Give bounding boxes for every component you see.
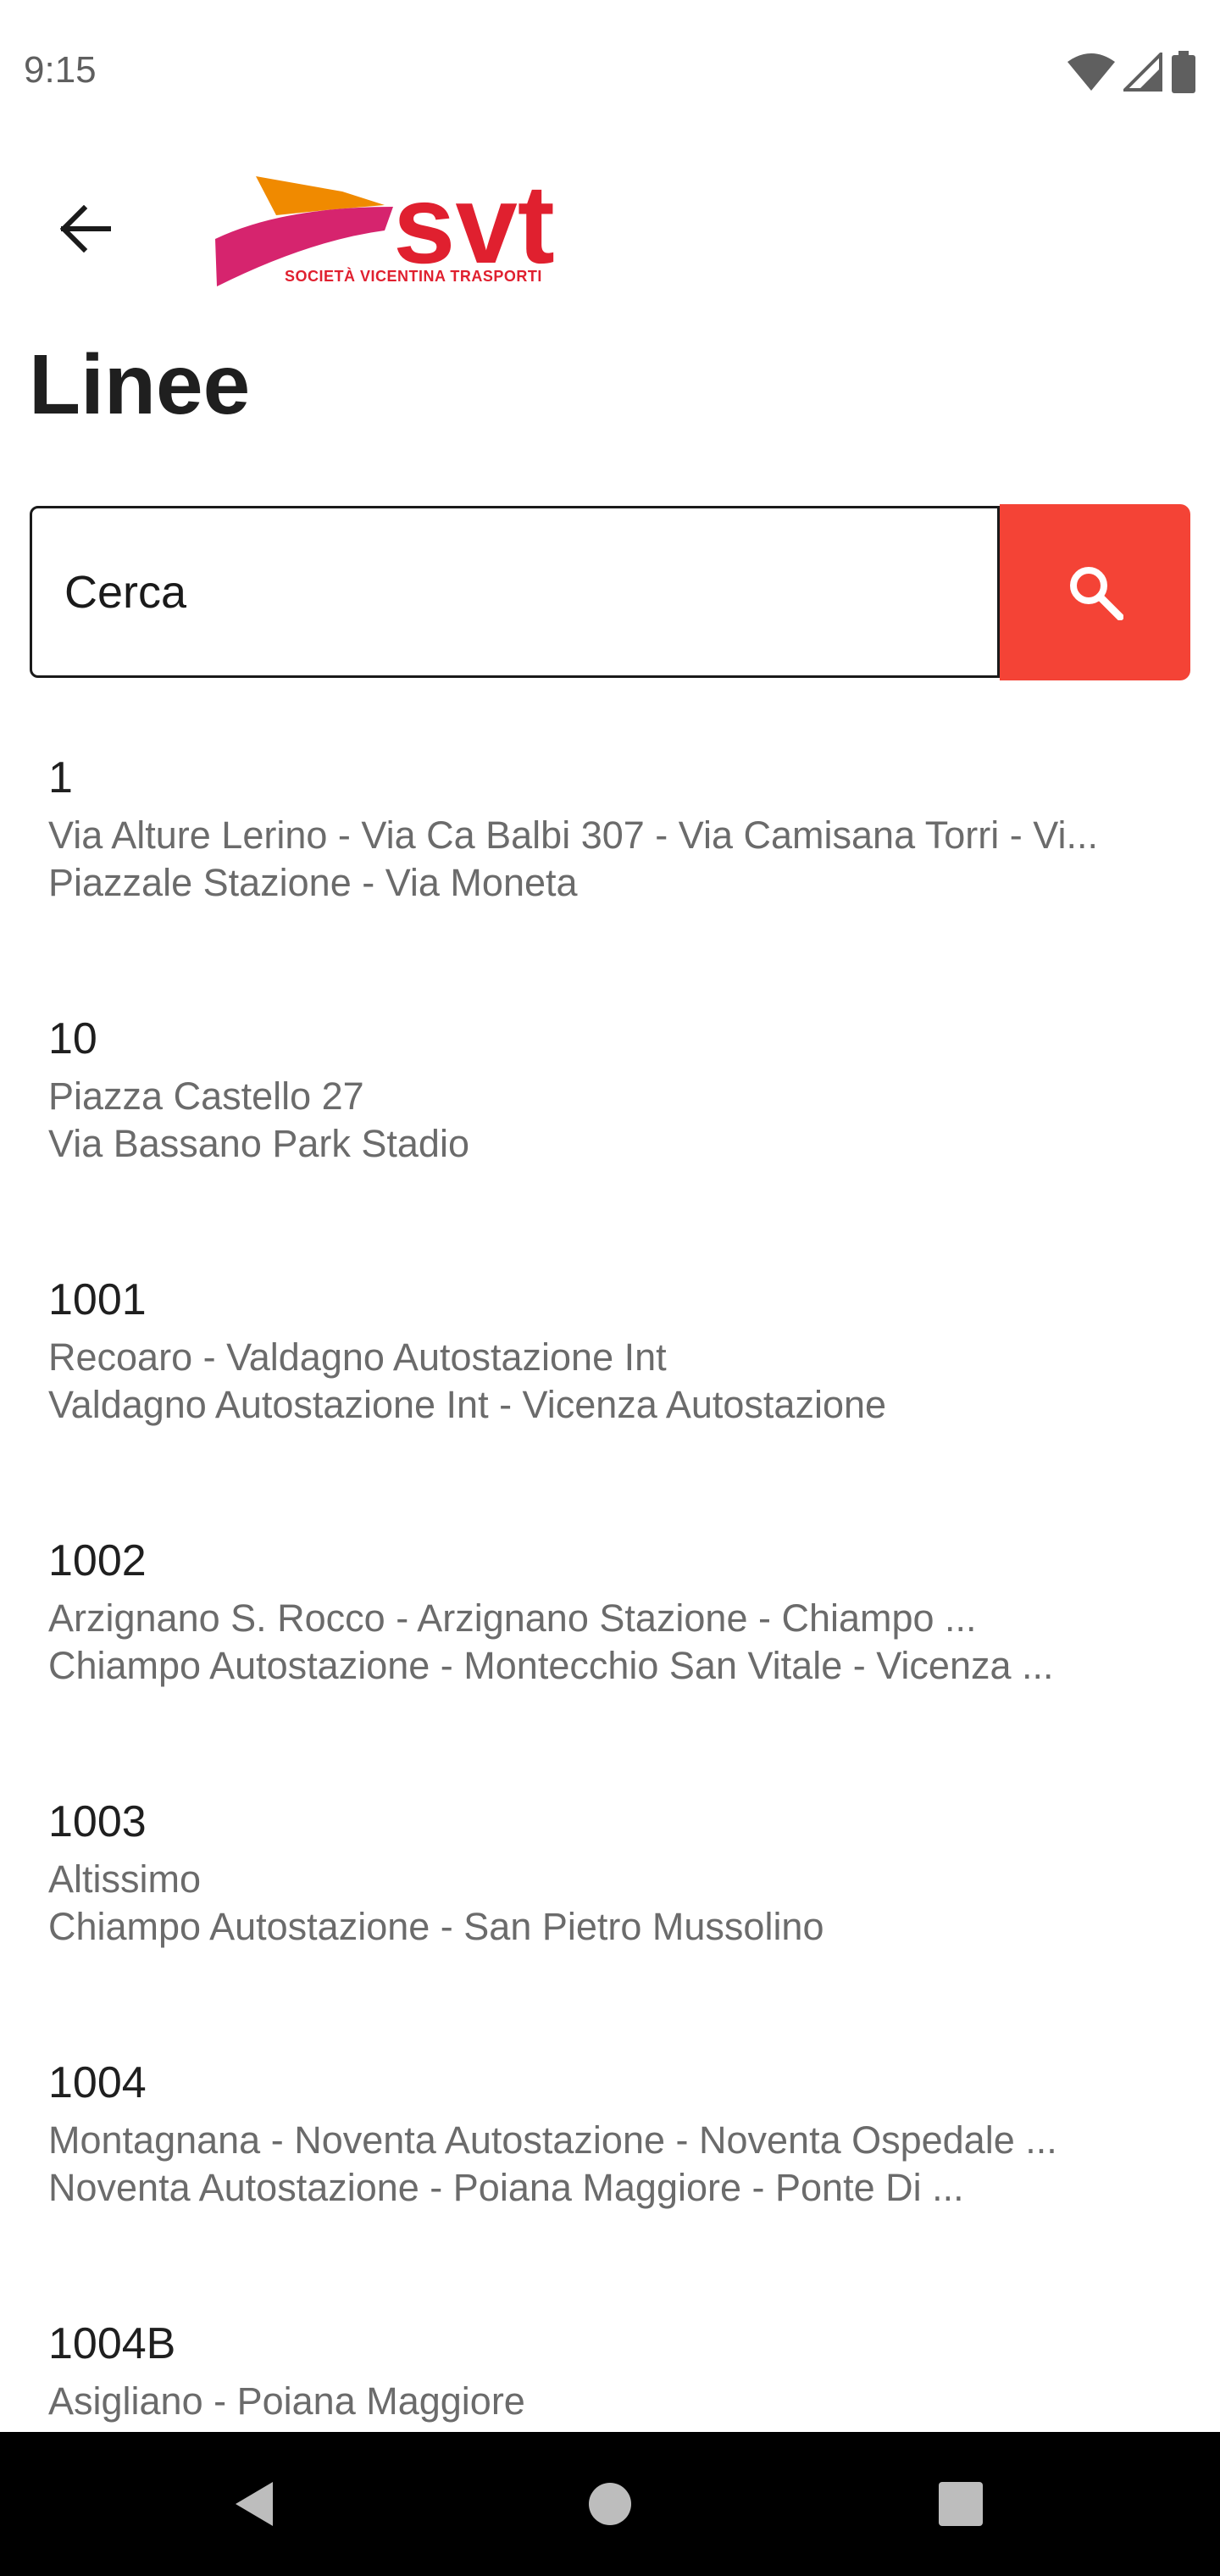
line-route-outbound: Asigliano - Poiana Maggiore	[48, 2379, 525, 2423]
nav-recents-button[interactable]	[893, 2432, 1029, 2576]
line-route-return: Noventa Autostazione - Poiana Maggiore -…	[48, 2166, 964, 2209]
line-route-outbound: Piazza Castello 27	[48, 1074, 364, 1118]
svt-logo: svt SOCIETÀ VICENTINA TRASPORTI	[215, 168, 588, 293]
home-nav-icon	[589, 2483, 631, 2525]
status-bar: 9:15	[0, 0, 1220, 149]
line-item[interactable]: 1004 Montagnana - Noventa Autostazione -…	[0, 2034, 1220, 2295]
nav-back-button[interactable]	[186, 2432, 322, 2576]
line-route-return: Valdagno Autostazione Int - Vicenza Auto…	[48, 1383, 887, 1426]
line-item[interactable]: 1004B Asigliano - Poiana Maggiore	[0, 2295, 1220, 2432]
arrow-left-icon	[59, 205, 111, 253]
line-item[interactable]: 1 Via Alture Lerino - Via Ca Balbi 307 -…	[0, 729, 1220, 990]
page-title: Linee	[29, 337, 251, 432]
line-route-return: Via Bassano Park Stadio	[48, 1122, 469, 1165]
line-number: 1003	[48, 1797, 147, 1846]
search-button[interactable]	[1000, 504, 1190, 680]
line-item[interactable]: 1001 Recoaro - Valdagno Autostazione Int…	[0, 1251, 1220, 1512]
line-number: 1004	[48, 2058, 147, 2107]
line-route-outbound: Altissimo	[48, 1857, 202, 1901]
back-nav-icon	[236, 2482, 273, 2526]
back-button[interactable]	[44, 188, 125, 269]
logo-subtitle: SOCIETÀ VICENTINA TRASPORTI	[285, 268, 542, 285]
line-route-outbound: Montagnana - Noventa Autostazione - Nove…	[48, 2118, 1057, 2162]
status-time: 9:15	[24, 49, 97, 91]
line-number: 1002	[48, 1536, 147, 1585]
line-number: 10	[48, 1014, 97, 1063]
cell-signal-icon	[1123, 53, 1162, 92]
line-route-return: Chiampo Autostazione - Montecchio San Vi…	[48, 1644, 1054, 1687]
line-item[interactable]: 1003 Altissimo Chiampo Autostazione - Sa…	[0, 1773, 1220, 2034]
line-number: 1	[48, 753, 73, 802]
line-number: 1004B	[48, 2319, 176, 2368]
search-icon	[1069, 567, 1123, 620]
line-route-outbound: Recoaro - Valdagno Autostazione Int	[48, 1335, 667, 1379]
recents-nav-icon	[939, 2482, 983, 2526]
status-icons	[1068, 49, 1196, 95]
wifi-icon	[1068, 53, 1115, 91]
line-route-outbound: Arzignano S. Rocco - Arzignano Stazione …	[48, 1596, 977, 1640]
line-number: 1001	[48, 1275, 147, 1324]
search-input[interactable]	[30, 506, 1000, 678]
line-route-outbound: Via Alture Lerino - Via Ca Balbi 307 - V…	[48, 813, 1098, 857]
lines-list: 1 Via Alture Lerino - Via Ca Balbi 307 -…	[0, 729, 1220, 2432]
line-item[interactable]: 10 Piazza Castello 27 Via Bassano Park S…	[0, 990, 1220, 1251]
line-route-return: Piazzale Stazione - Via Moneta	[48, 861, 578, 904]
line-item[interactable]: 1002 Arzignano S. Rocco - Arzignano Staz…	[0, 1512, 1220, 1773]
line-route-return: Chiampo Autostazione - San Pietro Mussol…	[48, 1905, 824, 1948]
nav-home-button[interactable]	[542, 2432, 678, 2576]
battery-icon	[1172, 51, 1195, 93]
system-nav-bar	[0, 2432, 1220, 2576]
